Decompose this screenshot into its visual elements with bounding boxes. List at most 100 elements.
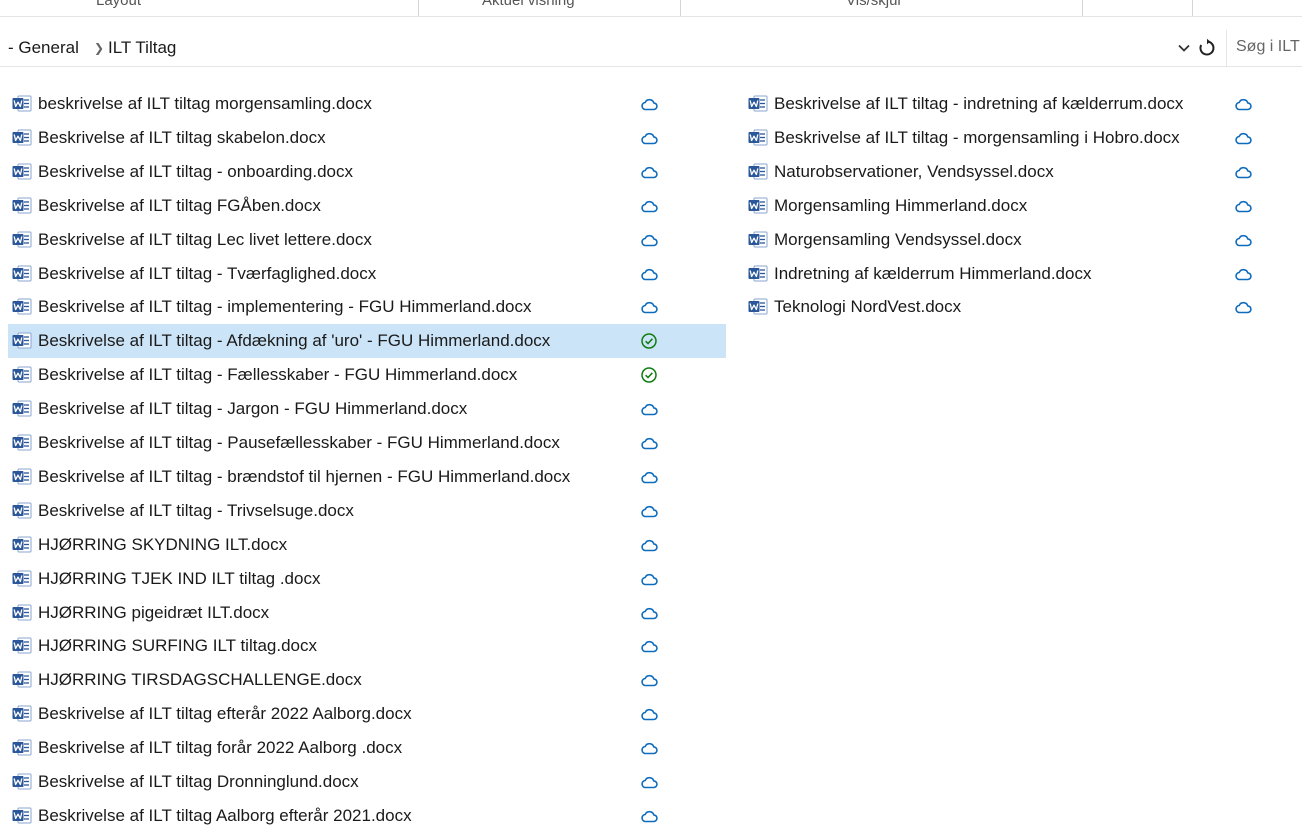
cloud-icon [1234, 130, 1252, 146]
word-document-icon [12, 807, 32, 824]
file-name: Beskrivelse af ILT tiltag - onboarding.d… [38, 161, 353, 181]
chevron-down-icon[interactable] [1176, 40, 1192, 56]
word-document-icon [748, 197, 768, 214]
breadcrumb-general[interactable]: - General [8, 38, 79, 58]
file-item[interactable]: HJØRRING TJEK IND ILT tiltag .docx [8, 562, 726, 596]
cloud-icon [1234, 96, 1252, 112]
file-name: Beskrivelse af ILT tiltag - Pausefælless… [38, 433, 560, 452]
ribbon-separator [1192, 0, 1193, 16]
word-document-icon [12, 671, 32, 688]
file-item[interactable]: Beskrivelse af ILT tiltag - Afdækning af… [8, 324, 726, 359]
word-document-icon [12, 231, 32, 248]
refresh-icon[interactable] [1197, 38, 1217, 58]
file-item[interactable]: Beskrivelse af ILT tiltag - implementeri… [8, 290, 726, 324]
file-item[interactable]: Beskrivelse af ILT tiltag - Trivselsuge.… [8, 494, 726, 528]
cloud-icon [640, 605, 658, 621]
ribbon-separator [680, 0, 681, 16]
file-item[interactable]: Morgensamling Himmerland.docx [744, 189, 1262, 223]
ribbon-separator [1082, 0, 1083, 16]
word-document-icon [12, 468, 32, 485]
file-name: beskrivelse af ILT tiltag morgensamling.… [38, 94, 372, 113]
word-document-icon [748, 129, 768, 146]
file-item[interactable]: Naturobservationer, Vendsyssel.docx [744, 155, 1262, 189]
file-name: Beskrivelse af ILT tiltag - Afdækning af… [38, 331, 551, 351]
file-item[interactable]: Morgensamling Vendsyssel.docx [744, 223, 1262, 257]
file-name: Morgensamling Himmerland.docx [774, 195, 1028, 215]
search-input[interactable]: Søg i ILT [1236, 38, 1300, 56]
file-item[interactable]: beskrivelse af ILT tiltag morgensamling.… [8, 87, 726, 121]
file-item[interactable]: Beskrivelse af ILT tiltag - Fællesskaber… [8, 358, 726, 392]
ribbon-group-layout[interactable]: Layout [96, 0, 141, 9]
cloud-icon [640, 808, 658, 824]
word-document-icon [12, 536, 32, 553]
file-name: Beskrivelse af ILT tiltag Aalborg efterå… [38, 805, 412, 825]
file-item[interactable]: Beskrivelse af ILT tiltag Dronninglund.d… [8, 765, 726, 799]
file-name: HJØRRING pigeidræt ILT.docx [38, 602, 270, 622]
word-document-icon [12, 332, 32, 349]
cloud-icon [640, 401, 658, 417]
file-item[interactable]: HJØRRING pigeidræt ILT.docx [8, 596, 726, 630]
word-document-icon [12, 298, 32, 315]
word-document-icon [12, 604, 32, 621]
word-document-icon [12, 705, 32, 722]
file-item[interactable]: Beskrivelse af ILT tiltag Lec livet lett… [8, 223, 726, 257]
cloud-icon [640, 266, 658, 282]
cloud-icon [640, 706, 658, 722]
address-field[interactable]: - General ❯ ILT Tiltag [0, 30, 1226, 67]
cloud-icon [640, 164, 658, 180]
file-item[interactable]: HJØRRING TIRSDAGSCHALLENGE.docx [8, 663, 726, 697]
file-name: HJØRRING SKYDNING ILT.docx [38, 534, 288, 554]
file-name: Morgensamling Vendsyssel.docx [774, 229, 1022, 249]
file-item[interactable]: Beskrivelse af ILT tiltag FGÅben.docx [8, 189, 726, 223]
cloud-icon [1234, 164, 1252, 180]
word-document-icon [12, 197, 32, 214]
word-document-icon [748, 298, 768, 315]
ribbon-border [0, 16, 1302, 17]
word-document-icon [748, 265, 768, 282]
ribbon-group-current-view[interactable]: Aktuel visning [482, 0, 575, 9]
word-document-icon [748, 231, 768, 248]
word-document-icon [748, 95, 768, 112]
cloud-icon [640, 435, 658, 451]
file-item[interactable]: Beskrivelse af ILT tiltag - Jargon - FGU… [8, 392, 726, 426]
file-name: HJØRRING TIRSDAGSCHALLENGE.docx [38, 670, 362, 690]
word-document-icon [12, 570, 32, 587]
cloud-icon [640, 774, 658, 790]
breadcrumb-separator-icon[interactable]: ❯ [94, 41, 104, 55]
file-item[interactable]: Beskrivelse af ILT tiltag - Tværfaglighe… [8, 257, 726, 291]
file-item[interactable]: Beskrivelse af ILT tiltag - brændstof ti… [8, 460, 726, 494]
file-name: Beskrivelse af ILT tiltag - Trivselsuge.… [38, 500, 354, 520]
file-item[interactable]: Beskrivelse af ILT tiltag Aalborg efterå… [8, 799, 726, 833]
file-name: Beskrivelse af ILT tiltag Lec livet lett… [38, 229, 372, 249]
file-name: Naturobservationer, Vendsyssel.docx [774, 161, 1054, 181]
file-item[interactable]: Beskrivelse af ILT tiltag efterår 2022 A… [8, 697, 726, 731]
file-item[interactable]: Beskrivelse af ILT tiltag - indretning a… [744, 87, 1262, 121]
cloud-icon [640, 740, 658, 756]
file-item[interactable]: Beskrivelse af ILT tiltag - Pausefælless… [8, 426, 726, 460]
breadcrumb-ilt-tiltag[interactable]: ILT Tiltag [108, 38, 176, 58]
word-document-icon [12, 739, 32, 756]
file-name: Beskrivelse af ILT tiltag FGÅben.docx [38, 195, 321, 215]
file-item[interactable]: HJØRRING SKYDNING ILT.docx [8, 528, 726, 562]
file-item[interactable]: Beskrivelse af ILT tiltag forår 2022 Aal… [8, 731, 726, 765]
address-bar: - General ❯ ILT Tiltag Søg i ILT [0, 30, 1302, 68]
file-name: Beskrivelse af ILT tiltag forår 2022 Aal… [38, 738, 403, 758]
file-item[interactable]: Teknologi NordVest.docx [744, 290, 1262, 324]
file-item[interactable]: Indretning af kælderrum Himmerland.docx [744, 257, 1262, 291]
file-item[interactable]: Beskrivelse af ILT tiltag - morgensamlin… [744, 121, 1262, 155]
word-document-icon [12, 129, 32, 146]
search-box[interactable]: Søg i ILT [1226, 30, 1302, 67]
file-name: Beskrivelse af ILT tiltag - Fællesskaber… [38, 365, 518, 385]
file-name: Beskrivelse af ILT tiltag - Tværfaglighe… [38, 263, 377, 283]
ribbon-group-show-hide[interactable]: Vis/skjul [846, 0, 901, 9]
file-name: Beskrivelse af ILT tiltag - indretning a… [774, 94, 1184, 113]
word-document-icon [12, 434, 32, 451]
cloud-icon [640, 96, 658, 112]
file-item[interactable]: HJØRRING SURFING ILT tiltag.docx [8, 629, 726, 663]
word-document-icon [12, 366, 32, 383]
file-item[interactable]: Beskrivelse af ILT tiltag skabelon.docx [8, 121, 726, 155]
synced-check-icon [640, 332, 658, 350]
file-item[interactable]: Beskrivelse af ILT tiltag - onboarding.d… [8, 155, 726, 189]
file-list: beskrivelse af ILT tiltag morgensamling.… [0, 87, 1302, 825]
synced-check-icon [640, 366, 658, 383]
